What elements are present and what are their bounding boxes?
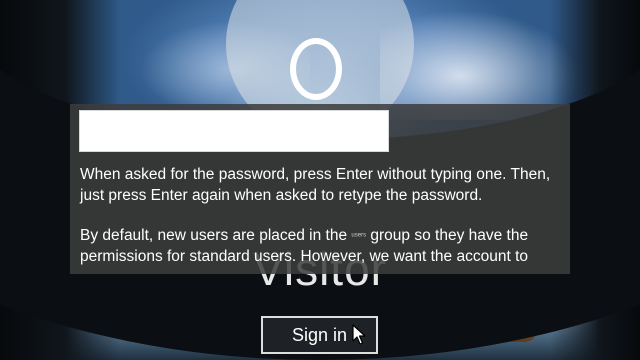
overlay-body: When asked for the password, press Enter… (80, 164, 564, 274)
instruction-overlay: When asked for the password, press Enter… (70, 104, 570, 274)
overlay-paragraph-2-start: By default, new users are placed in the (80, 227, 352, 244)
overlay-paragraph-1: When asked for the password, press Enter… (80, 166, 551, 204)
overlay-paragraph-2: By default, new users are placed in the … (80, 225, 564, 267)
sign-in-label: Sign in (291, 324, 348, 345)
mouse-pointer-icon (352, 324, 366, 345)
group-name: users (351, 232, 367, 239)
overlay-header-bar (79, 110, 389, 152)
avatar-ring-icon (290, 38, 342, 100)
